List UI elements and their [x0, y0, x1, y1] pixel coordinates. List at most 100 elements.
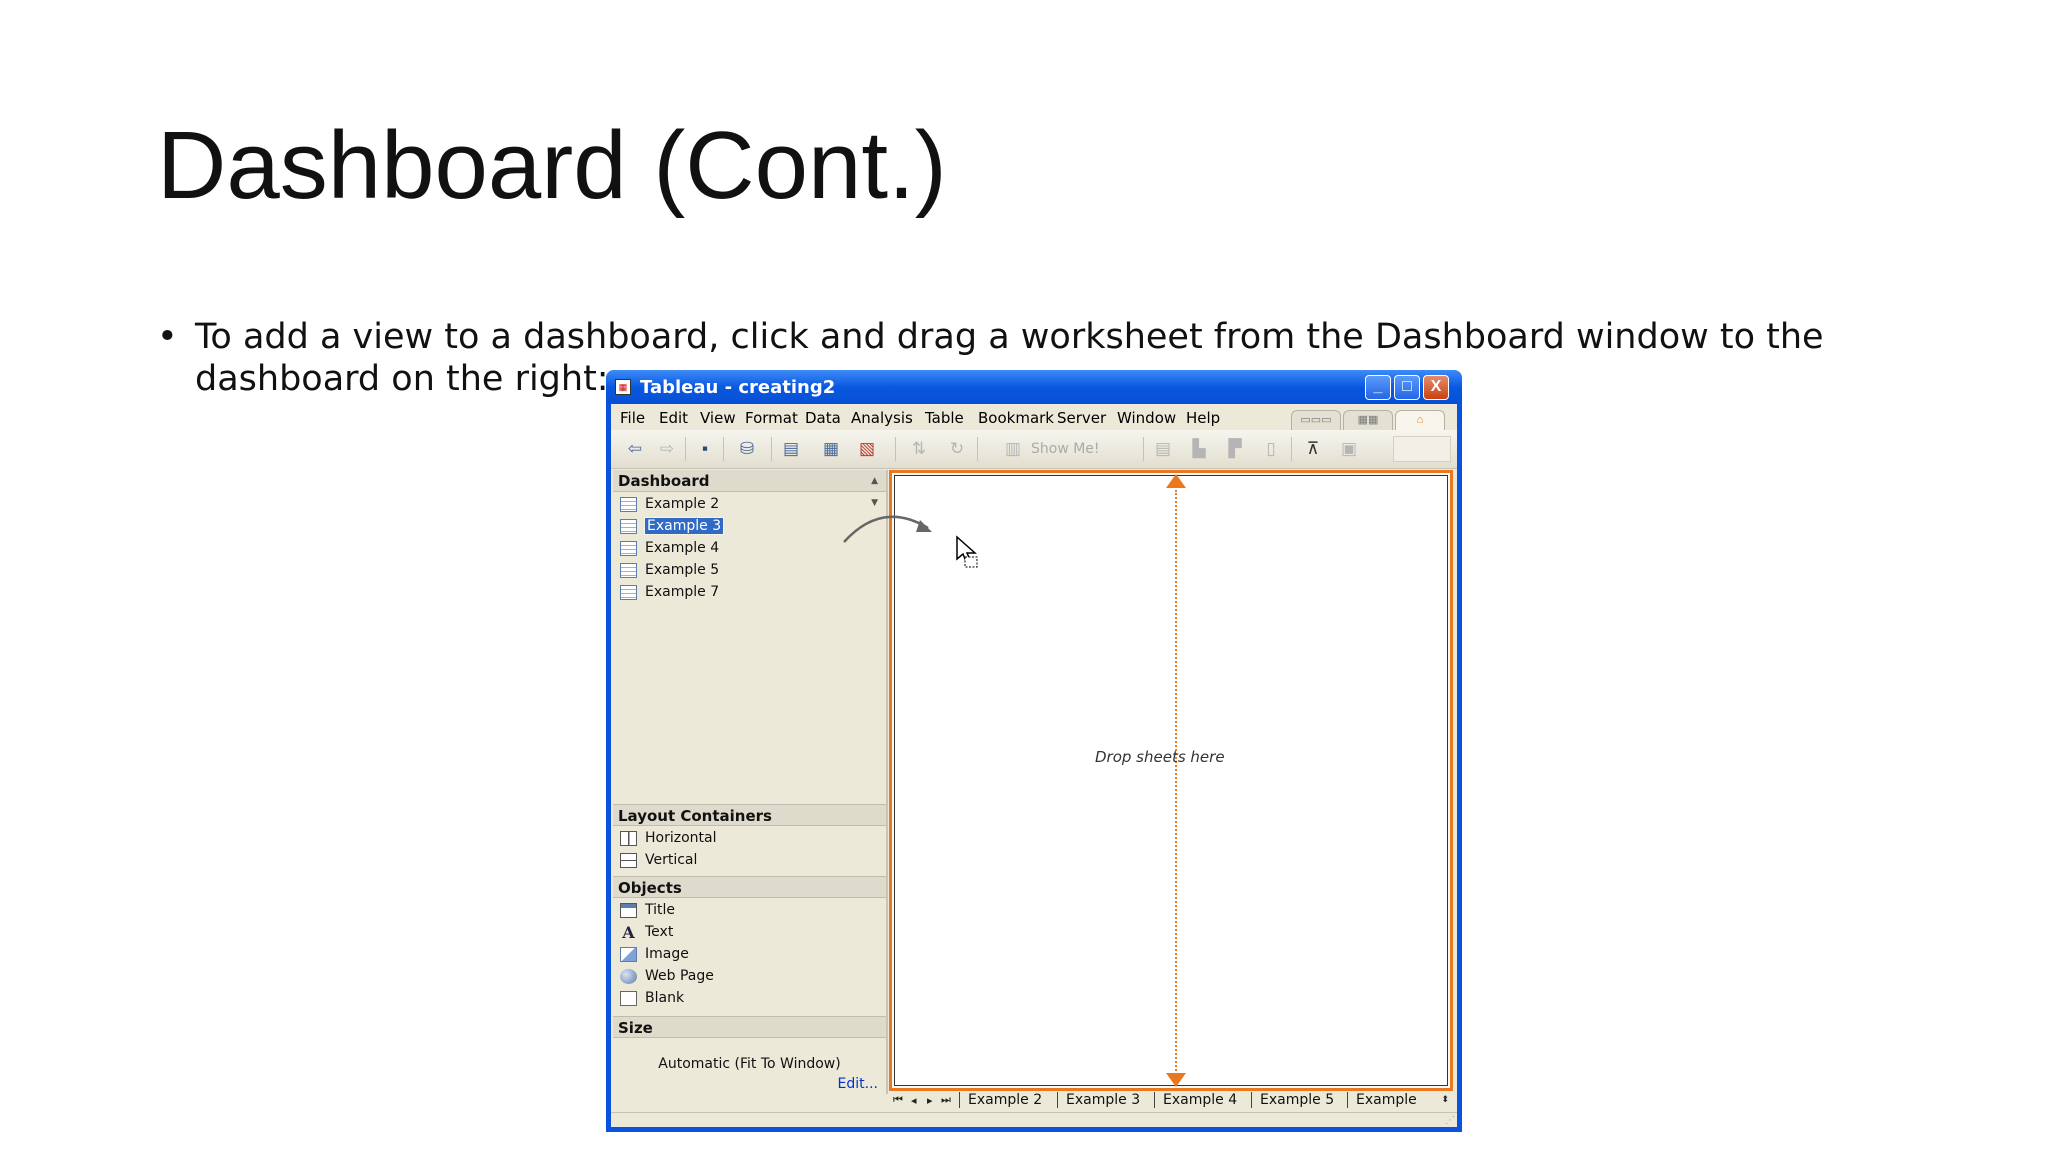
prev-tab-icon[interactable]: ◂ — [911, 1094, 917, 1107]
toolbar-separator — [723, 437, 724, 461]
sheet-sorter-tab[interactable]: ▭▭▭ — [1291, 410, 1341, 430]
blank-icon — [620, 990, 637, 1006]
minimize-button[interactable]: _ — [1365, 375, 1391, 400]
drop-arrow-up-icon — [1166, 474, 1186, 488]
drop-sheets-text: Drop sheets here — [1095, 748, 1225, 766]
object-title[interactable]: Title — [620, 902, 675, 922]
toolbar-separator — [771, 437, 772, 461]
sheet-tab[interactable]: Example 3 — [1057, 1092, 1140, 1108]
worksheet-icon — [620, 518, 637, 534]
item-label: Horizontal — [645, 830, 717, 846]
menu-edit[interactable]: Edit — [659, 409, 688, 427]
window-client: File Edit View Format Data Analysis Tabl… — [611, 404, 1457, 1127]
save-icon[interactable]: ▪ — [693, 438, 717, 460]
home-icon[interactable]: ⌂ — [1395, 410, 1445, 430]
new-worksheet-icon[interactable]: ▤ — [779, 438, 803, 460]
forward-icon[interactable]: ⇨ — [655, 438, 679, 460]
new-dashboard-icon[interactable]: ▦ — [819, 438, 843, 460]
totals-icon[interactable]: ▙ — [1187, 438, 1211, 460]
worksheet-item[interactable]: Example 4 — [620, 540, 719, 560]
marker-icon[interactable]: ▯ — [1259, 438, 1283, 460]
menu-table[interactable]: Table — [925, 409, 964, 427]
refresh-icon[interactable]: ↻ — [945, 438, 969, 460]
menu-view[interactable]: View — [700, 409, 736, 427]
back-icon[interactable]: ⇦ — [623, 438, 647, 460]
drop-arrow-down-icon — [1166, 1073, 1186, 1087]
resize-grip-icon[interactable]: ⋰ — [1445, 1115, 1455, 1126]
worksheet-label: Example 4 — [645, 540, 720, 556]
worksheet-item[interactable]: Example 5 — [620, 562, 719, 582]
sheet-tab[interactable]: Example 4 — [1154, 1092, 1237, 1108]
menu-bookmark[interactable]: Bookmark — [978, 409, 1054, 427]
fit-icon[interactable]: ▣ — [1337, 438, 1361, 460]
worksheet-icon — [620, 584, 637, 600]
present-icon[interactable]: ⊼ — [1301, 438, 1325, 460]
toolbar-separator — [685, 437, 686, 461]
menu-help[interactable]: Help — [1186, 409, 1220, 427]
worksheet-icon — [620, 562, 637, 578]
menu-analysis[interactable]: Analysis — [851, 409, 913, 427]
window-title: Tableau - creating2 — [640, 377, 836, 398]
menu-format[interactable]: Format — [745, 409, 798, 427]
worksheet-item-selected[interactable]: Example 3 — [620, 517, 725, 538]
title-icon — [620, 902, 637, 918]
worksheet-label: Example 5 — [645, 562, 720, 578]
toolbar-separator — [1143, 437, 1144, 461]
object-text[interactable]: A Text — [620, 924, 673, 944]
first-tab-icon[interactable]: ⏮ — [893, 1094, 903, 1107]
fit-dropdown[interactable] — [1393, 436, 1451, 462]
bullet-dot: • — [157, 317, 178, 357]
layout-containers-header: Layout Containers — [613, 804, 886, 826]
sheet-tab[interactable]: Example — [1347, 1092, 1417, 1108]
image-icon — [620, 946, 637, 962]
title-bar[interactable]: ▦ Tableau - creating2 _ □ X — [606, 370, 1462, 404]
sheet-tab[interactable]: Example 5 — [1251, 1092, 1334, 1108]
object-blank[interactable]: Blank — [620, 990, 684, 1010]
menu-window[interactable]: Window — [1117, 409, 1176, 427]
drop-guide-line — [1175, 490, 1177, 1071]
item-label: Blank — [645, 990, 685, 1006]
worksheet-label: Example 3 — [643, 517, 725, 535]
sheet-tab[interactable]: Example 2 — [959, 1092, 1042, 1108]
status-bar: ⋰ — [611, 1112, 1457, 1127]
tab-scroll-icon[interactable]: ⬍ — [1441, 1094, 1449, 1105]
object-image[interactable]: Image — [620, 946, 689, 966]
worksheet-label: Example 7 — [645, 584, 720, 600]
worksheet-item[interactable]: Example 7 — [620, 584, 719, 604]
objects-header: Objects — [613, 876, 886, 898]
tableau-window: ▦ Tableau - creating2 _ □ X File Edit Vi… — [606, 370, 1462, 1132]
connect-data-icon[interactable]: ⛁ — [735, 438, 759, 460]
sheet-tab-bar: ⏮ ◂ ▸ ⏭ Example 2 Example 3 Example 4 Ex… — [889, 1091, 1453, 1113]
horizontal-container-item[interactable]: Horizontal — [620, 830, 716, 850]
close-button[interactable]: X — [1423, 375, 1449, 400]
menu-server[interactable]: Server — [1057, 409, 1106, 427]
horizontal-container-icon — [620, 830, 637, 846]
menu-data[interactable]: Data — [805, 409, 841, 427]
menu-file[interactable]: File — [620, 409, 645, 427]
slide-title: Dashboard (Cont.) — [157, 112, 947, 219]
size-edit-link[interactable]: Edit... — [838, 1076, 878, 1092]
item-label: Web Page — [645, 968, 714, 984]
item-label: Text — [645, 924, 674, 940]
item-label: Image — [645, 946, 689, 962]
show-me-icon[interactable]: ▥ — [1001, 438, 1025, 460]
dashboard-header: Dashboard ▲ ▼ — [613, 470, 886, 508]
sort-icon[interactable]: ▤ — [1151, 438, 1175, 460]
next-tab-icon[interactable]: ▸ — [927, 1094, 933, 1107]
toolbar: ⇦ ⇨ ▪ ⛁ ▤ ▦ ▧ ⇅ ↻ ▥ Show Me! ▤ ▙ ▛ ▯ ⊼ ▣ — [611, 430, 1457, 469]
vertical-container-item[interactable]: Vertical — [620, 852, 697, 872]
toolbar-separator — [1291, 437, 1292, 461]
swap-icon[interactable]: ⇅ — [907, 438, 931, 460]
filmstrip-tab[interactable]: ▦▦ — [1343, 410, 1393, 430]
toolbar-separator — [977, 437, 978, 461]
show-me-button[interactable]: Show Me! — [1031, 441, 1100, 457]
view-switcher: ▭▭▭ ▦▦ ⌂ — [1291, 408, 1449, 430]
last-tab-icon[interactable]: ⏭ — [941, 1094, 951, 1107]
highlight-icon[interactable]: ▛ — [1223, 438, 1247, 460]
object-web-page[interactable]: Web Page — [620, 968, 714, 988]
text-icon: A — [622, 922, 635, 942]
toolbar-separator — [895, 437, 896, 461]
clear-sheet-icon[interactable]: ▧ — [855, 438, 879, 460]
maximize-button[interactable]: □ — [1394, 375, 1420, 400]
worksheet-item[interactable]: Example 2 — [620, 496, 719, 516]
